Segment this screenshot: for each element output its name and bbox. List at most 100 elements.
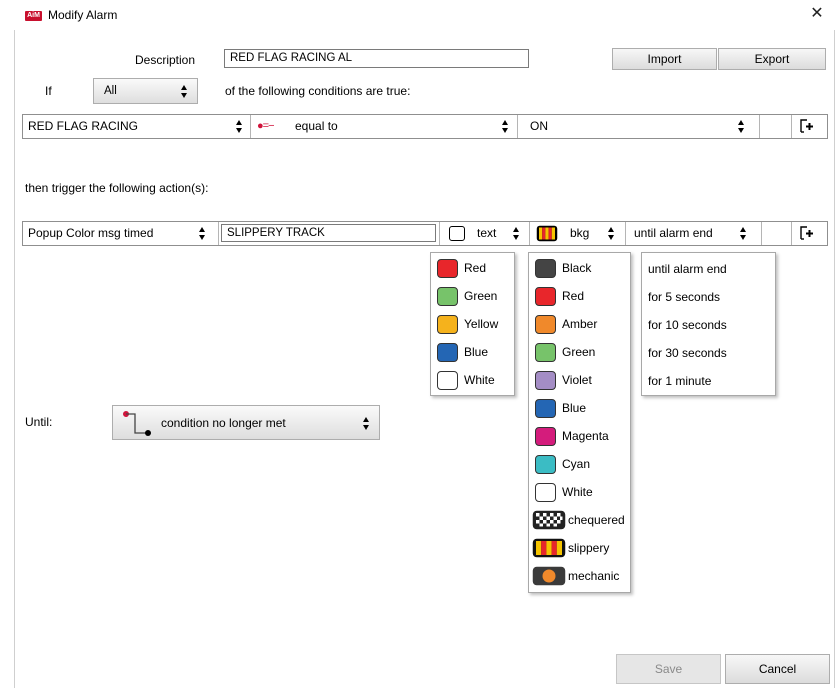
color-swatch-icon (437, 370, 458, 390)
color-swatch-icon (437, 342, 458, 362)
close-icon[interactable]: ✕ (806, 4, 828, 24)
menu-item-label: Green (464, 289, 498, 303)
if-select[interactable]: All (93, 78, 198, 104)
divider (529, 222, 530, 245)
spinner-icon[interactable] (607, 227, 616, 240)
conditions-text: of the following conditions are true: (225, 84, 411, 98)
divider (791, 115, 792, 138)
menu-item-label: Red (562, 289, 585, 303)
spinner-icon[interactable] (737, 120, 746, 133)
app-logo-icon: AiM (25, 11, 42, 21)
menu-item-bkg-cyan[interactable]: Cyan (535, 451, 590, 477)
description-label: Description (135, 53, 196, 67)
spinner-icon[interactable] (198, 227, 207, 240)
menu-item-bkg-black[interactable]: Black (535, 255, 591, 281)
menu-item-bkg-blue[interactable]: Blue (535, 395, 586, 421)
text-color-swatch-icon[interactable] (449, 226, 465, 241)
divider (625, 222, 626, 245)
action-type-select[interactable]: Popup Color msg timed (28, 222, 153, 245)
menu-item-text-white[interactable]: White (437, 367, 495, 393)
import-button[interactable]: Import (612, 48, 717, 70)
until-label: Until: (25, 415, 53, 429)
divider (517, 115, 518, 138)
condition-operator-select[interactable]: equal to (295, 115, 338, 138)
divider (759, 115, 760, 138)
menu-item-bkg-magenta[interactable]: Magenta (535, 423, 609, 449)
spinner-icon[interactable] (501, 120, 510, 133)
menu-item-label: Magenta (562, 429, 609, 443)
menu-item-label: Blue (464, 345, 489, 359)
menu-item-duration[interactable]: for 1 minute (648, 374, 711, 388)
menu-item-label: Amber (562, 317, 598, 331)
spinner-icon[interactable] (235, 120, 244, 133)
menu-item-bkg-mechanic[interactable]: mechanic (532, 563, 619, 589)
menu-item-text-red[interactable]: Red (437, 255, 486, 281)
menu-item-text-blue[interactable]: Blue (437, 339, 488, 365)
bkg-slippery-icon[interactable] (536, 225, 558, 242)
spinner-icon[interactable] (512, 227, 521, 240)
text-color-label[interactable]: text (477, 222, 496, 245)
color-swatch-icon (535, 258, 556, 278)
if-label: If (45, 84, 52, 98)
color-swatch-icon (535, 370, 556, 390)
menu-item-label: White (562, 485, 593, 499)
condition-value-select[interactable]: ON (530, 115, 548, 138)
color-swatch-icon (437, 314, 458, 334)
color-swatch-icon (437, 286, 458, 306)
menu-item-bkg-green[interactable]: Green (535, 339, 595, 365)
save-button[interactable]: Save (616, 654, 721, 684)
dialog-left-border (14, 30, 15, 688)
operator-equal-icon: ●=− (257, 120, 274, 132)
menu-item-duration[interactable]: until alarm end (648, 262, 727, 276)
until-select-value: condition no longer met (161, 416, 286, 430)
action-row: Popup Color msg timed SLIPPERY TRACK tex… (22, 221, 828, 246)
menu-item-label: Violet (562, 373, 592, 387)
message-input[interactable]: SLIPPERY TRACK (221, 224, 436, 242)
menu-item-text-green[interactable]: Green (437, 283, 497, 309)
spinner-icon (362, 417, 371, 430)
menu-item-label: Red (464, 261, 487, 275)
mechanic-flag-icon (532, 566, 566, 586)
bkg-color-label[interactable]: bkg (570, 222, 589, 245)
menu-item-duration[interactable]: for 30 seconds (648, 346, 727, 360)
menu-item-label: Green (562, 345, 596, 359)
menu-item-label: Black (562, 261, 592, 275)
menu-item-bkg-amber[interactable]: Amber (535, 311, 597, 337)
menu-item-label: slippery (568, 541, 610, 555)
divider (218, 222, 219, 245)
menu-item-bkg-slippery[interactable]: slippery (532, 535, 609, 561)
add-condition-icon[interactable] (799, 118, 815, 134)
menu-item-bkg-red[interactable]: Red (535, 283, 584, 309)
menu-item-bkg-chequered[interactable]: chequered (532, 507, 625, 533)
menu-item-duration[interactable]: for 10 seconds (648, 318, 727, 332)
color-swatch-icon (535, 314, 556, 334)
menu-item-text-yellow[interactable]: Yellow (437, 311, 498, 337)
menu-item-label: Yellow (464, 317, 499, 331)
window-title: Modify Alarm (48, 8, 118, 22)
add-action-icon[interactable] (799, 225, 815, 241)
until-select[interactable]: condition no longer met (112, 405, 380, 440)
spinner-icon[interactable] (739, 227, 748, 240)
action-intro-text: then trigger the following action(s): (25, 181, 209, 195)
menu-item-label: chequered (568, 513, 625, 527)
divider (439, 222, 440, 245)
divider (761, 222, 762, 245)
menu-item-duration[interactable]: for 5 seconds (648, 290, 720, 304)
color-swatch-icon (535, 454, 556, 474)
menu-item-label: White (464, 373, 495, 387)
bkg-color-menu: Black Red Amber Green Violet Blue Magent… (528, 252, 631, 593)
menu-item-bkg-violet[interactable]: Violet (535, 367, 592, 393)
if-select-value: All (104, 85, 117, 97)
duration-menu: until alarm end for 5 seconds for 10 sec… (641, 252, 776, 396)
condition-channel-select[interactable]: RED FLAG RACING (28, 115, 138, 138)
color-swatch-icon (535, 286, 556, 306)
export-button[interactable]: Export (718, 48, 826, 70)
menu-item-bkg-white[interactable]: White (535, 479, 593, 505)
cancel-button[interactable]: Cancel (725, 654, 830, 684)
divider (791, 222, 792, 245)
color-swatch-icon (535, 482, 556, 502)
menu-item-label: Blue (562, 401, 587, 415)
title-bar: AiM Modify Alarm ✕ (0, 0, 838, 30)
description-input[interactable]: RED FLAG RACING AL (224, 49, 529, 68)
duration-select[interactable]: until alarm end (634, 222, 713, 245)
